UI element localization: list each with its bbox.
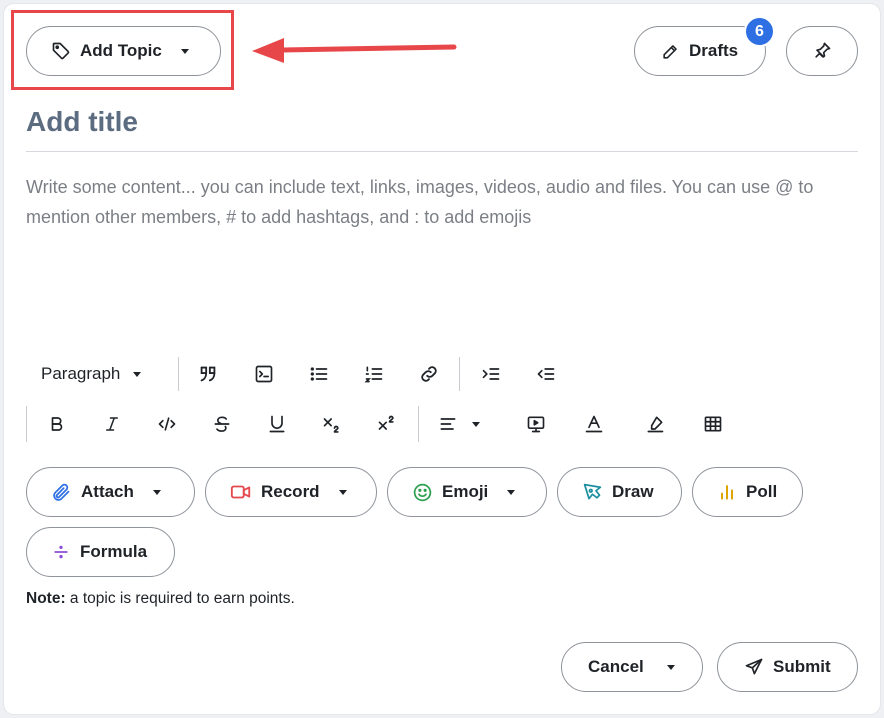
pen-tool-icon (583, 483, 602, 499)
video-camera-icon (230, 485, 251, 499)
inline-code-button[interactable] (155, 412, 179, 436)
chevron-down-icon (666, 664, 675, 670)
code-block-button[interactable] (252, 362, 276, 386)
add-topic-label: Add Topic (80, 41, 162, 60)
toolbar-separator (26, 406, 27, 442)
strikethrough-icon (214, 416, 230, 432)
table-icon (704, 416, 722, 432)
chevron-down-icon (472, 421, 480, 427)
tag-icon (52, 42, 70, 60)
table-button[interactable] (701, 412, 725, 436)
poll-label: Poll (746, 482, 778, 501)
cancel-button[interactable]: Cancel (561, 642, 703, 692)
code-block-icon (255, 365, 273, 383)
numbered-list-icon (364, 366, 383, 383)
record-button[interactable]: Record (205, 467, 377, 517)
send-icon (745, 658, 763, 675)
poll-button[interactable]: Poll (692, 467, 803, 517)
link-icon (421, 366, 437, 382)
highlight-icon (647, 416, 664, 433)
link-button[interactable] (417, 362, 441, 386)
bold-icon (51, 417, 63, 431)
paragraph-style-dropdown[interactable]: Paragraph (41, 362, 142, 386)
align-dropdown[interactable] (438, 412, 488, 436)
embed-icon (527, 416, 545, 433)
superscript-button[interactable] (375, 412, 399, 436)
content-editor[interactable]: Write some content... you can include te… (26, 172, 846, 232)
attach-button[interactable]: Attach (26, 467, 195, 517)
toolbar-separator (418, 406, 419, 442)
note-text: a topic is required to earn points. (65, 590, 295, 607)
toolbar-separator (178, 357, 179, 391)
text-color-icon (585, 415, 603, 433)
smiley-icon (413, 483, 432, 501)
numbered-list-button[interactable] (362, 362, 386, 386)
underline-icon (269, 415, 285, 433)
highlight-button[interactable] (643, 412, 667, 436)
submit-label: Submit (773, 657, 831, 676)
strikethrough-button[interactable] (210, 412, 234, 436)
bar-chart-icon (721, 485, 733, 500)
italic-icon (106, 417, 118, 431)
blockquote-icon (200, 366, 216, 382)
chevron-down-icon (180, 48, 189, 54)
italic-button[interactable] (100, 412, 124, 436)
bold-button[interactable] (45, 412, 69, 436)
pin-icon (815, 42, 831, 58)
draw-label: Draw (612, 482, 654, 501)
topic-note: Note: a topic is required to earn points… (26, 590, 295, 608)
pencil-icon (663, 44, 677, 59)
outdent-icon (537, 368, 555, 380)
title-divider (26, 151, 858, 152)
indent-button[interactable] (479, 362, 503, 386)
chevron-down-icon (338, 489, 347, 495)
note-prefix: Note: (26, 590, 66, 607)
title-input[interactable]: Add title (26, 106, 138, 138)
subscript-button[interactable] (320, 412, 344, 436)
text-color-button[interactable] (582, 412, 606, 436)
record-label: Record (261, 482, 320, 501)
outdent-button[interactable] (534, 362, 558, 386)
superscript-icon (378, 415, 394, 430)
emoji-button[interactable]: Emoji (387, 467, 547, 517)
bullet-list-icon (310, 367, 328, 381)
drafts-label: Drafts (689, 41, 739, 60)
chevron-down-icon (152, 489, 161, 495)
attach-label: Attach (81, 482, 134, 501)
red-arrow-icon (252, 38, 457, 63)
divide-icon (54, 545, 68, 559)
emoji-label: Emoji (442, 482, 489, 501)
align-icon (440, 418, 456, 430)
indent-icon (482, 368, 500, 380)
subscript-icon (323, 418, 339, 433)
embed-button[interactable] (524, 412, 548, 436)
toolbar-separator (459, 357, 460, 391)
chevron-down-icon (507, 489, 516, 495)
draw-button[interactable]: Draw (557, 467, 682, 517)
formula-label: Formula (80, 542, 148, 561)
underline-button[interactable] (265, 412, 289, 436)
cancel-label: Cancel (588, 657, 644, 676)
bullet-list-button[interactable] (307, 362, 331, 386)
drafts-count-badge: 6 (744, 16, 775, 47)
inline-code-icon (158, 417, 176, 431)
paragraph-style-label: Paragraph (41, 364, 121, 383)
submit-button[interactable]: Submit (717, 642, 858, 692)
pin-button[interactable] (786, 26, 858, 76)
formula-button[interactable]: Formula (26, 527, 175, 577)
blockquote-button[interactable] (196, 362, 220, 386)
add-topic-button[interactable]: Add Topic (26, 26, 221, 76)
paperclip-icon (53, 483, 70, 501)
chevron-down-icon (133, 371, 142, 377)
